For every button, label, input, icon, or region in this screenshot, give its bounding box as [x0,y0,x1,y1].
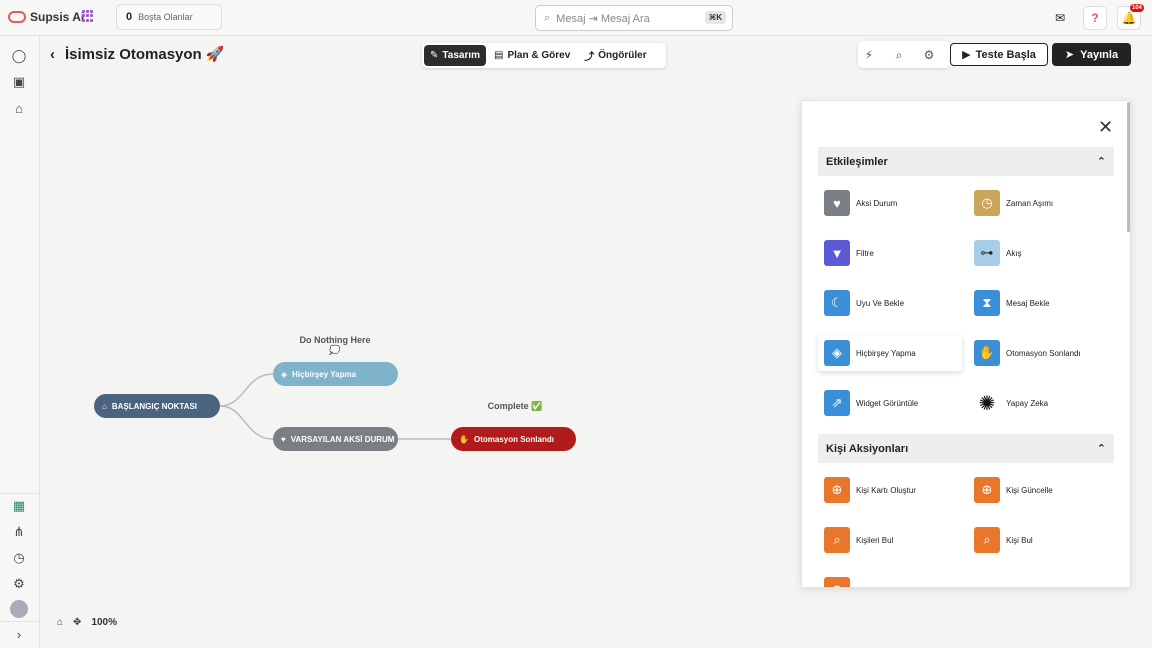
edit-user-icon: ⊕ [974,477,1000,503]
item-label: Otomasyon Sonlandı [1006,348,1081,358]
item-aksi-durum[interactable]: ♥ Aksi Durum [818,185,903,221]
item-akis[interactable]: ⊶ Akış [968,235,1028,271]
item-zaman-asimi[interactable]: ◷ Zaman Aşımı [968,185,1059,221]
search-user-icon: ⌕ [974,527,1000,553]
item-label: Kişi Kartı Oluştur [856,485,917,495]
nothing-note: Do Nothing Here [299,335,371,345]
item-uyu-bekle[interactable]: ☾ Uyu Ve Bekle [818,285,910,321]
end-note: Complete ✅ [487,401,543,411]
nothing-label: Hiçbirşey Yapma [292,369,357,379]
search-user-icon: ⌕ [824,527,850,553]
panel-scrollbar[interactable] [1127,102,1130,232]
end-label: Otomasyon Sonlandı [473,434,554,444]
nothing-node[interactable]: ◈ Hiçbirşey Yapma [273,362,398,386]
ai-knot-icon: ✺ [974,390,1000,416]
timer-icon: ◷ [974,190,1000,216]
item-label: Hiçbirşey Yapma [856,348,916,358]
item-label: Aksi Durum [856,198,898,208]
item-yapay-zeka[interactable]: ✺ Yapay Zeka [968,385,1054,421]
section-interactions-label: Etkileşimler [826,155,888,168]
section-contact-actions[interactable]: Kişi Aksiyonları ⌃ [818,434,1114,463]
moon-icon: ☾ [824,290,850,316]
item-kisi-guncelle[interactable]: ⊕ Kişi Güncelle [968,472,1059,508]
item-label: Filtre [856,248,874,258]
item-label: Yapay Zeka [1006,398,1049,408]
broken-heart-icon: ♥ [281,434,286,444]
move-icon[interactable]: ✥ [73,617,81,628]
flow-icon: ⊶ [974,240,1000,266]
close-icon[interactable]: ✕ [1098,117,1113,138]
start-node[interactable]: ⌂ BAŞLANGIÇ NOKTASI [94,394,220,418]
item-label: Kişi Bul [1006,535,1033,545]
item-kisi-karti-olustur[interactable]: ⊕ Kişi Kartı Oluştur [818,472,922,508]
item-label: Mesaj Bekle [1006,298,1050,308]
item-label: Kişi Güncelle [1006,485,1053,495]
zoom-level[interactable]: 100% [91,617,117,628]
item-otomasyon-sonlandi[interactable]: ✋ Otomasyon Sonlandı [968,335,1087,371]
chevron-up-icon: ⌃ [1096,156,1106,168]
item-kisi-bul[interactable]: ⌕ Kişi Bul [968,522,1039,558]
end-node[interactable]: ✋ Otomasyon Sonlandı [451,427,576,451]
item-label: Widget Görüntüle [856,398,919,408]
home-icon[interactable]: ⌂ [57,617,63,628]
broken-heart-icon: ♥ [824,190,850,216]
start-label: BAŞLANGIÇ NOKTASI [111,401,198,411]
filter-icon: ▼ [824,240,850,266]
default-label: VARSAYILAN AKSİ DURUM [290,434,395,444]
section-interactions[interactable]: Etkileşimler ⌃ [818,147,1114,176]
item-label: Akış [1006,248,1022,258]
item-label: Uyu Ve Bekle [856,298,905,308]
item-widget[interactable]: ⇗ Widget Görüntüle [818,385,924,421]
wave-icon: ✋ [974,340,1000,366]
item-label: Zaman Aşımı [1006,198,1054,208]
actions-panel: ✕ Etkileşimler ⌃ ♥ Aksi Durum ◷ Zaman Aşımı… [801,100,1131,588]
default-node[interactable]: ♥ VARSAYILAN AKSİ DURUM [273,427,398,451]
edge-start-nothing [219,373,274,407]
add-user-icon: ⊕ [824,477,850,503]
item-kisileri-bul[interactable]: ⌕ Kişileri Bul [818,522,899,558]
item-partial[interactable]: ⊙ [818,572,856,587]
external-link-icon: ⇗ [824,390,850,416]
item-hicbirsey-yapma[interactable]: ◈ Hiçbirşey Yapma [818,335,962,371]
canvas-controls: ⌂ ✥ 100% [57,617,117,628]
diamond-icon: ◈ [824,340,850,366]
item-filtre[interactable]: ▼ Filtre [818,235,880,271]
chevron-up-icon: ⌃ [1096,443,1106,455]
partial-icon: ⊙ [824,577,850,587]
home-icon: ⌂ [102,401,107,411]
diamond-icon: ◈ [281,369,288,379]
section-contact-actions-label: Kişi Aksiyonları [826,442,909,455]
edge-start-default [219,405,274,440]
nothing-note-emoji: 💭 [329,345,341,355]
wave-icon: ✋ [459,434,469,444]
item-mesaj-bekle[interactable]: ⧗ Mesaj Bekle [968,285,1056,321]
item-label: Kişileri Bul [856,535,894,545]
hourglass-icon: ⧗ [974,290,1000,316]
